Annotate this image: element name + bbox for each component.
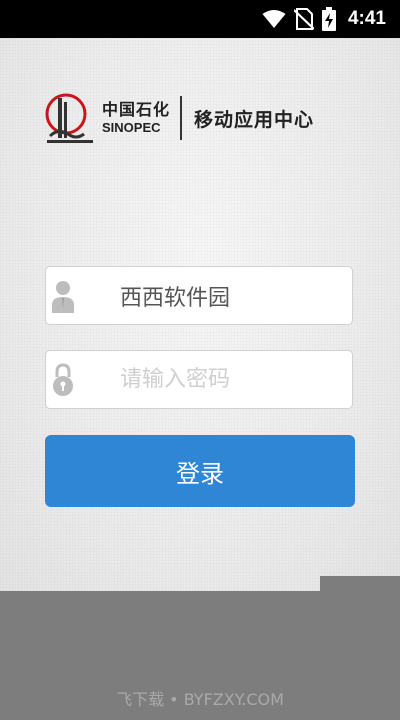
logo-text: 中国石化 SINOPEC <box>102 100 170 136</box>
logo-chinese-name: 中国石化 <box>102 100 171 119</box>
username-input[interactable] <box>120 267 346 324</box>
watermark-text: 飞下载 • BYFZXY.COM <box>116 690 284 709</box>
lock-icon <box>53 363 73 396</box>
status-time: 4:41 <box>347 8 386 29</box>
bottom-notch <box>320 576 400 592</box>
logo-english-name: SINOPEC <box>102 120 161 135</box>
user-icon <box>52 281 74 313</box>
logo-divider <box>180 96 183 140</box>
app-title: 移动应用中心 <box>194 108 315 131</box>
username-field[interactable] <box>45 266 353 325</box>
login-button[interactable]: 登录 <box>45 435 355 507</box>
status-bar: 4:41 <box>0 0 400 38</box>
no-sim-icon <box>293 8 314 30</box>
sinopec-logo-mark <box>45 93 93 143</box>
password-input[interactable] <box>120 351 346 408</box>
battery-charging-icon <box>321 7 336 31</box>
password-field[interactable] <box>45 350 353 409</box>
header-logo: 中国石化 SINOPEC 移动应用中心 <box>44 90 314 146</box>
wifi-icon <box>262 10 286 28</box>
status-icons: 4:41 <box>262 0 386 38</box>
